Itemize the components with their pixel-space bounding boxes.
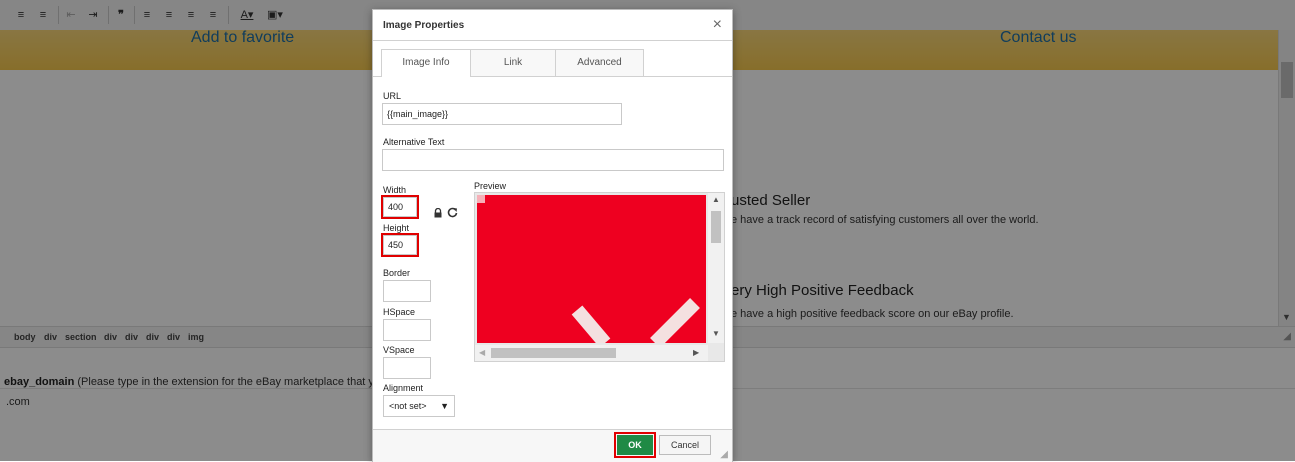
scroll-up-icon[interactable]: ▲ xyxy=(712,195,720,204)
alt-text-input[interactable] xyxy=(382,149,724,171)
hspace-input[interactable] xyxy=(383,319,431,341)
scroll-left-icon[interactable]: ◀ xyxy=(479,348,485,357)
border-label: Border xyxy=(383,268,411,278)
height-label: Height xyxy=(383,223,410,233)
width-input[interactable]: 400 xyxy=(381,195,419,219)
preview-image xyxy=(477,195,706,343)
alt-text-label: Alternative Text xyxy=(383,137,445,147)
url-input[interactable]: {{main_image}} xyxy=(382,103,622,125)
resize-grip-icon[interactable]: ◢ xyxy=(720,449,728,460)
lock-icon[interactable] xyxy=(433,208,443,218)
alignment-select[interactable]: <not set> ▼ xyxy=(383,395,455,417)
hspace-label: HSpace xyxy=(383,307,416,317)
scrollbar-thumb[interactable] xyxy=(711,211,721,243)
width-label: Width xyxy=(383,185,407,195)
scroll-down-icon[interactable]: ▼ xyxy=(712,329,720,338)
preview-label: Preview xyxy=(474,181,507,191)
preview-image-graphic xyxy=(477,195,700,343)
border-input[interactable] xyxy=(383,280,431,302)
alignment-value: <not set> xyxy=(389,401,427,411)
image-properties-dialog: Image Properties × Image Info Link Advan… xyxy=(372,9,733,462)
tab-advanced[interactable]: Advanced xyxy=(555,49,644,76)
vspace-label: VSpace xyxy=(383,345,415,355)
height-input[interactable]: 450 xyxy=(381,233,419,257)
ok-button[interactable]: OK xyxy=(614,432,656,458)
alignment-label: Alignment xyxy=(383,383,424,393)
tab-image-info[interactable]: Image Info xyxy=(381,49,471,77)
dialog-footer: OK Cancel ◢ xyxy=(373,429,732,462)
reset-icon[interactable] xyxy=(447,207,458,218)
dialog-title: Image Properties xyxy=(383,20,465,31)
tab-link[interactable]: Link xyxy=(469,49,557,76)
vspace-input[interactable] xyxy=(383,357,431,379)
preview-vertical-scrollbar[interactable]: ▲ ▼ xyxy=(708,193,724,343)
scroll-right-icon[interactable]: ▶ xyxy=(693,348,699,357)
close-icon[interactable]: × xyxy=(713,16,722,34)
url-label: URL xyxy=(383,91,402,101)
chevron-down-icon: ▼ xyxy=(440,401,449,411)
image-preview: ▲ ▼ ◀ ▶ xyxy=(474,192,725,362)
scrollbar-thumb[interactable] xyxy=(491,348,616,358)
cancel-button[interactable]: Cancel xyxy=(659,435,711,455)
preview-horizontal-scrollbar[interactable]: ◀ ▶ xyxy=(475,345,708,361)
